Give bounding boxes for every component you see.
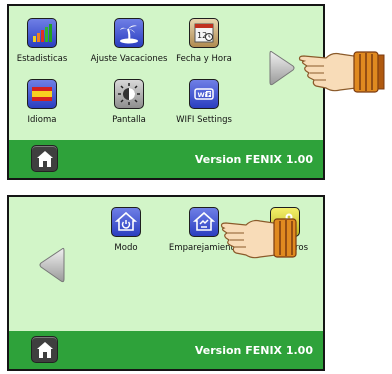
palm-tree-icon: [114, 18, 144, 48]
brightness-icon: [114, 79, 144, 109]
pointing-hand-icon: [220, 218, 297, 259]
menu-item-label: WIFI Settings: [176, 115, 232, 125]
menu-item-estadisticas[interactable]: Estadisticas: [9, 18, 87, 64]
previous-arrow-icon[interactable]: [37, 245, 67, 285]
wifi-icon: Wi F: [189, 79, 219, 109]
bar-chart-icon: [27, 18, 57, 48]
menu-item-modo[interactable]: Modo: [81, 207, 171, 253]
calendar-clock-icon: 12: [189, 18, 219, 48]
home-button[interactable]: [31, 145, 58, 172]
spain-flag-icon: [27, 79, 57, 109]
menu-item-label: Idioma: [27, 115, 57, 125]
menu-item-label: Fecha y Hora: [176, 54, 232, 64]
version-label: Version FENIX 1.00: [194, 344, 313, 357]
main-menu-screen-page-1: Estadisticas Ajuste Vacaciones 12 Fecha …: [7, 4, 325, 180]
menu-item-label: Estadisticas: [16, 54, 68, 64]
menu-item-label: Modo: [114, 243, 138, 253]
menu-item-wifi-settings[interactable]: Wi F WIFI Settings: [159, 79, 249, 125]
svg-text:F: F: [207, 92, 211, 98]
home-button[interactable]: [31, 336, 58, 363]
pointing-hand-icon: [298, 51, 385, 93]
home-power-icon: [111, 207, 141, 237]
menu-item-fecha-y-hora[interactable]: 12 Fecha y Hora: [159, 18, 249, 64]
home-icon: [37, 151, 53, 167]
svg-text:Wi: Wi: [198, 91, 207, 99]
next-arrow-icon[interactable]: [267, 48, 297, 88]
footer-bar: Version FENIX 1.00: [9, 140, 323, 178]
footer-bar: Version FENIX 1.00: [9, 331, 323, 369]
home-icon: [37, 342, 53, 358]
menu-item-idioma[interactable]: Idioma: [9, 79, 87, 125]
version-label: Version FENIX 1.00: [194, 153, 313, 166]
home-pairing-icon: [189, 207, 219, 237]
